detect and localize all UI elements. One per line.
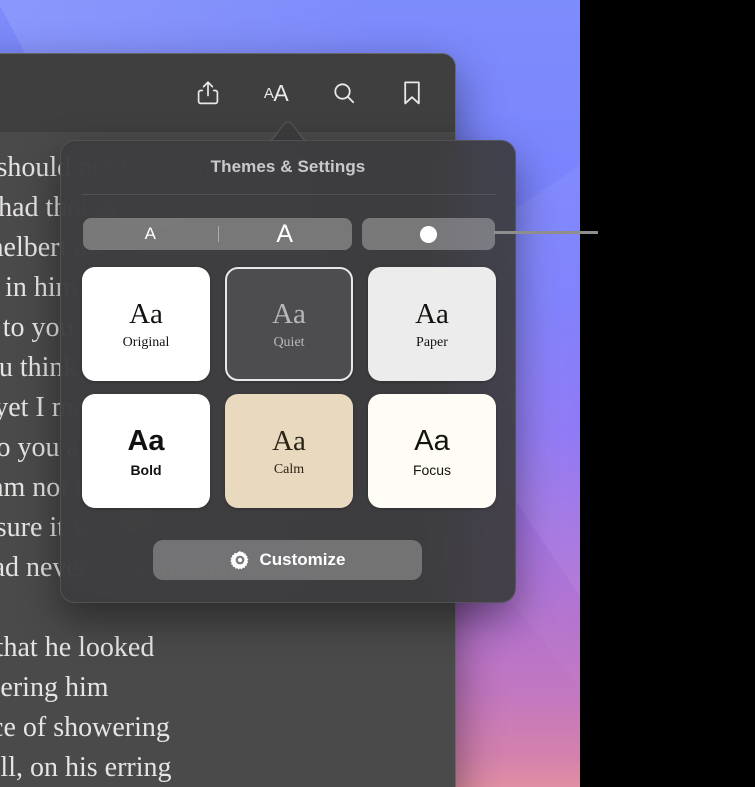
theme-label: Focus	[412, 461, 452, 478]
theme-card-focus[interactable]: Aa Focus	[368, 394, 496, 508]
increase-font-size-button[interactable]: A	[218, 218, 353, 250]
search-icon[interactable]	[329, 77, 359, 109]
theme-label: Paper	[416, 334, 448, 350]
theme-card-bold[interactable]: Aa Bold	[82, 394, 210, 508]
theme-sample-text: Aa	[127, 424, 165, 457]
theme-card-quiet[interactable]: Aa Quiet	[225, 267, 353, 381]
theme-sample-text: Aa	[414, 424, 450, 457]
reader-line: yver shouldering him	[0, 672, 109, 703]
theme-sample-text: Aa	[129, 297, 163, 330]
theme-label: Calm	[273, 461, 305, 477]
reader-line: ken aback, that he looked	[0, 632, 155, 663]
decrease-font-size-button[interactable]: A	[83, 218, 218, 250]
theme-sample-text: Aa	[272, 297, 306, 330]
theme-label: Quiet	[273, 334, 305, 350]
appearance-toggle-button[interactable]	[362, 218, 495, 250]
themes-settings-popover: Themes & Settings A A Aa Original Aa Qui…	[60, 140, 516, 603]
popover-arrow	[268, 119, 308, 141]
theme-card-original[interactable]: Aa Original	[82, 267, 210, 381]
theme-sample-text: Aa	[415, 297, 449, 330]
text-size-small-a: A	[263, 84, 274, 102]
font-size-segmented-control[interactable]: A A	[83, 218, 352, 250]
popover-controls-row: A A	[83, 218, 495, 250]
customize-button-label: Customize	[259, 550, 346, 569]
half-circle-contrast-icon	[419, 225, 438, 244]
screen: AA I am sure I should not have said what…	[0, 0, 755, 787]
reader-toolbar: AA	[0, 54, 455, 132]
theme-sample-text: Aa	[272, 424, 306, 457]
text-size-big-a: A	[273, 79, 289, 106]
popover-title: Themes & Settings	[210, 157, 366, 176]
gear-icon	[229, 550, 250, 570]
reader-line: and goodwill, on his erring	[0, 752, 172, 783]
popover-divider	[82, 194, 496, 195]
theme-card-calm[interactable]: Aa Calm	[225, 394, 353, 508]
theme-label: Original	[122, 334, 170, 350]
customize-button[interactable]: Customize	[153, 540, 422, 580]
bookmark-icon[interactable]	[397, 77, 427, 109]
segmented-control-divider	[217, 226, 219, 242]
theme-card-paper[interactable]: Aa Paper	[368, 267, 496, 381]
callout-line	[494, 231, 598, 234]
text-size-icon[interactable]: AA	[261, 77, 291, 109]
theme-grid: Aa Original Aa Quiet Aa Paper Aa Bold Aa…	[82, 267, 496, 508]
theme-label: Bold	[130, 461, 162, 478]
reader-line: n appearance of showering	[0, 712, 170, 743]
share-icon[interactable]	[193, 77, 223, 109]
